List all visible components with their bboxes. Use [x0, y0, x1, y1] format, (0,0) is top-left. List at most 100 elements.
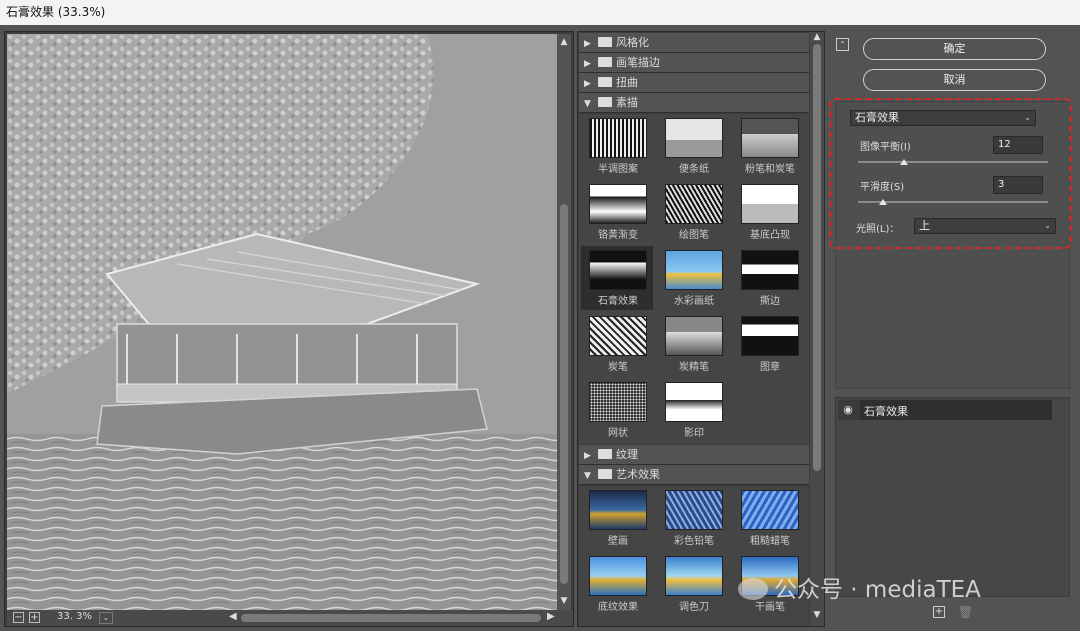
filter-charcoal[interactable]: 炭笔 [581, 312, 653, 376]
filter-thumbnail [589, 556, 647, 596]
preview-vertical-scrollbar[interactable]: ▲ ▼ [557, 34, 571, 610]
preview-horizontal-scrollbar[interactable]: ◀ ▶ [227, 611, 559, 625]
zoom-dropdown[interactable]: ⌄ [99, 612, 113, 624]
effect-layer-name: 石膏效果 [864, 405, 908, 418]
chevron-down-icon: ⌄ [1024, 113, 1031, 122]
ok-button[interactable]: 确定 [863, 38, 1046, 60]
scroll-left-arrow[interactable]: ◀ [229, 611, 237, 622]
folder-stylize[interactable]: ▶ 风格化 [579, 33, 809, 53]
folder-distort[interactable]: ▶ 扭曲 [579, 73, 809, 93]
filter-label: 壁画 [608, 536, 628, 547]
filter-palette-knife[interactable]: 调色刀 [657, 552, 729, 616]
filter-plaster[interactable]: 石膏效果 [581, 246, 653, 310]
filter-label: 影印 [684, 428, 704, 439]
folder-brush-strokes[interactable]: ▶ 画笔描边 [579, 53, 809, 73]
expanded-triangle-icon: ▼ [584, 471, 591, 481]
filter-colored-pencil[interactable]: 彩色铅笔 [657, 486, 729, 550]
filter-label: 绘图笔 [679, 230, 709, 241]
filter-torn-edges[interactable]: 撕边 [733, 246, 805, 310]
expanded-triangle-icon: ▼ [584, 99, 591, 109]
filter-label: 炭笔 [608, 362, 628, 373]
right-panel: ⌃ 确定 取消 石膏效果 ⌄ 图像平衡(I) 12 平滑度(S) 3 光照(L)：… [828, 31, 1076, 627]
image-balance-input[interactable]: 12 [993, 136, 1043, 154]
filter-rough-pastels[interactable]: 粗糙蜡笔 [733, 486, 805, 550]
filter-underpainting[interactable]: 底纹效果 [581, 552, 653, 616]
filter-label: 石膏效果 [598, 296, 638, 307]
filter-thumbnail [589, 316, 647, 356]
scroll-right-arrow[interactable]: ▶ [547, 611, 555, 622]
scroll-up-arrow[interactable]: ▲ [559, 36, 569, 48]
trash-icon[interactable]: 🗑 [958, 605, 973, 619]
filter-note-paper[interactable]: 便条纸 [657, 114, 729, 178]
filter-thumbnail [665, 382, 723, 422]
filter-thumbnail [741, 250, 799, 290]
chevron-down-icon: ⌄ [1044, 221, 1051, 230]
folder-label: 扭曲 [616, 76, 638, 89]
filter-stamp[interactable]: 图章 [733, 312, 805, 376]
filter-gallery: ▶ 风格化 ▶ 画笔描边 ▶ 扭曲 ▼ 素描 半调图案 便条纸 粉笔和炭笔 铬黄渐变 绘… [577, 31, 825, 627]
folder-label: 素描 [616, 96, 638, 109]
filter-thumbnail [665, 490, 723, 530]
filter-bas-relief[interactable]: 基底凸现 [733, 180, 805, 244]
open-folder-icon [598, 469, 612, 479]
filter-chrome[interactable]: 铬黄渐变 [581, 180, 653, 244]
filter-thumbnail [589, 118, 647, 158]
collapse-gallery-icon[interactable]: ⌃ [836, 38, 849, 51]
collapsed-triangle-icon: ▶ [584, 59, 591, 69]
sketch-thumbnails: 半调图案 便条纸 粉笔和炭笔 铬黄渐变 绘图笔 基底凸现 石膏效果 水彩画纸 撕… [579, 114, 809, 444]
smoothness-input[interactable]: 3 [993, 176, 1043, 194]
folder-label: 画笔描边 [616, 56, 660, 69]
filter-chalk-charcoal[interactable]: 粉笔和炭笔 [733, 114, 805, 178]
filter-thumbnail [665, 118, 723, 158]
watermark-text: 公众号 · mediaTEA [774, 577, 981, 603]
filter-select[interactable]: 石膏效果 ⌄ [850, 110, 1036, 126]
filter-label: 调色刀 [679, 602, 709, 613]
light-direction-select[interactable]: 上 ⌄ [914, 218, 1056, 234]
image-balance-slider-knob[interactable] [899, 159, 908, 165]
folder-label: 风格化 [616, 36, 649, 49]
scrollbar-thumb[interactable] [813, 44, 821, 471]
filter-label: 铬黄渐变 [598, 230, 638, 241]
light-label: 光照(L)： [856, 224, 900, 235]
image-balance-slider[interactable] [858, 161, 1048, 163]
folder-texture[interactable]: ▶ 纹理 [579, 445, 809, 465]
filter-photocopy[interactable]: 影印 [657, 378, 729, 442]
preview-image[interactable] [7, 34, 557, 610]
eye-icon[interactable]: ◉ [841, 404, 855, 416]
folder-label: 艺术效果 [616, 468, 660, 481]
zoom-level: 33. 3% [57, 611, 92, 622]
filter-thumbnail [741, 316, 799, 356]
folder-sketch[interactable]: ▼ 素描 [579, 93, 809, 113]
scroll-up-arrow[interactable]: ▲ [812, 32, 822, 42]
filter-label: 炭精笔 [679, 362, 709, 373]
preview-artwork [7, 34, 557, 610]
filter-select-value: 石膏效果 [855, 111, 899, 124]
filter-thumbnail [589, 184, 647, 224]
gallery-scrollbar[interactable]: ▲ ▼ [810, 32, 824, 626]
scroll-down-arrow[interactable]: ▼ [812, 610, 822, 620]
filter-graphic-pen[interactable]: 绘图笔 [657, 180, 729, 244]
filter-thumbnail [665, 556, 723, 596]
filter-settings: 石膏效果 ⌄ 图像平衡(I) 12 平滑度(S) 3 光照(L)： 上 ⌄ [835, 101, 1070, 389]
smoothness-slider-knob[interactable] [878, 199, 887, 205]
wechat-logo-icon [738, 578, 768, 600]
folder-artistic[interactable]: ▼ 艺术效果 [579, 465, 809, 485]
scrollbar-thumb[interactable] [241, 614, 541, 622]
filter-halftone-pattern[interactable]: 半调图案 [581, 114, 653, 178]
filter-label: 撕边 [760, 296, 780, 307]
folder-icon [598, 77, 612, 87]
zoom-in-button[interactable]: + [29, 612, 40, 623]
filter-fresco[interactable]: 壁画 [581, 486, 653, 550]
zoom-out-button[interactable]: − [13, 612, 24, 623]
effect-layer-row[interactable]: ◉ 石膏效果 [838, 400, 1052, 420]
scrollbar-thumb[interactable] [560, 204, 568, 584]
filter-label: 彩色铅笔 [674, 536, 714, 547]
filter-thumbnail [741, 184, 799, 224]
new-effect-layer-icon[interactable]: + [933, 606, 945, 618]
filter-water-paper[interactable]: 水彩画纸 [657, 246, 729, 310]
light-direction-value: 上 [919, 219, 930, 232]
cancel-button[interactable]: 取消 [863, 69, 1046, 91]
filter-conte-crayon[interactable]: 炭精笔 [657, 312, 729, 376]
scroll-down-arrow[interactable]: ▼ [559, 595, 569, 607]
filter-reticulation[interactable]: 网状 [581, 378, 653, 442]
